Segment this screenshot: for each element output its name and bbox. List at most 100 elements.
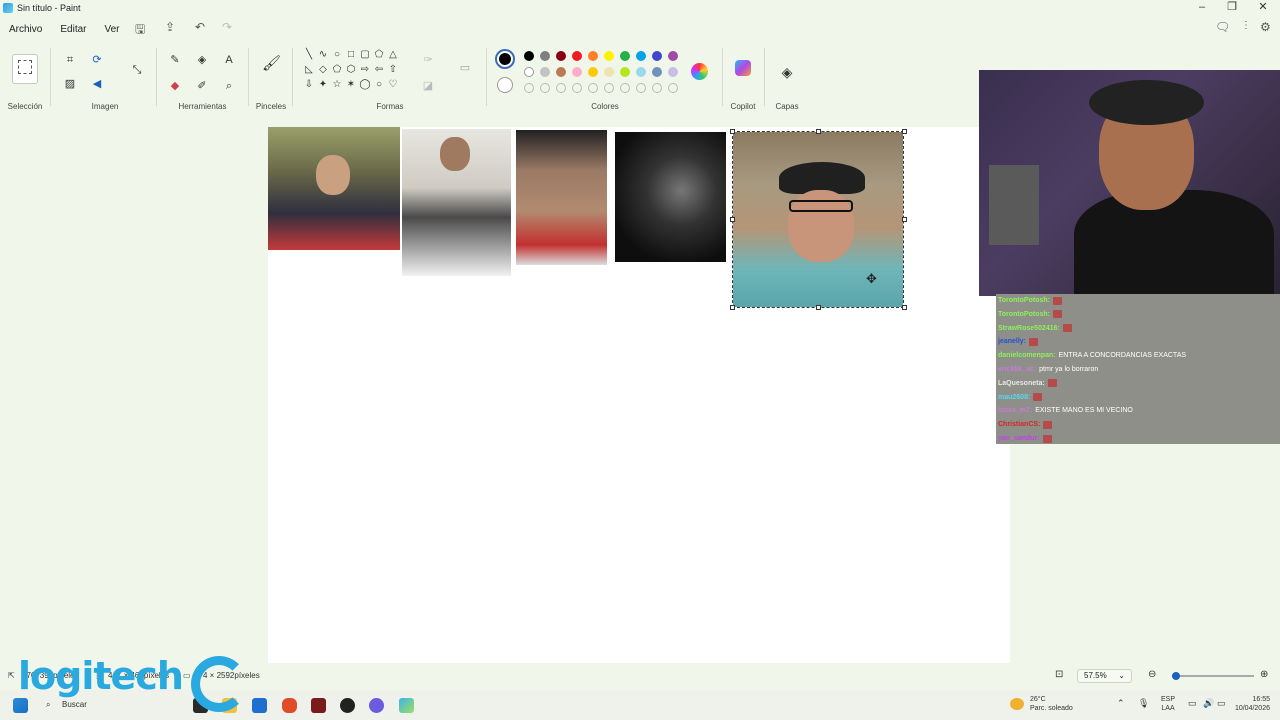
color-swatch[interactable] bbox=[636, 67, 646, 77]
start-icon[interactable] bbox=[13, 698, 28, 713]
more-icon[interactable]: ⋮ bbox=[1241, 20, 1251, 31]
selection-rectangle[interactable] bbox=[732, 131, 904, 308]
color-swatch[interactable] bbox=[668, 67, 678, 77]
resize-handle[interactable] bbox=[730, 305, 735, 310]
color-swatch[interactable] bbox=[556, 67, 566, 77]
shape-fill-icon[interactable]: ▭ bbox=[457, 60, 473, 76]
paint-taskbar-icon[interactable] bbox=[399, 698, 414, 713]
undo-icon[interactable]: ↶ bbox=[195, 20, 205, 34]
secondary-color-indicator[interactable] bbox=[497, 77, 513, 93]
down-arrow-shape-icon[interactable]: ⇩ bbox=[302, 78, 316, 92]
menu-ver[interactable]: Ver bbox=[95, 20, 128, 39]
line-shape-icon[interactable]: ╲ bbox=[302, 48, 316, 62]
custom-color-slot[interactable] bbox=[572, 83, 582, 93]
color-swatch[interactable] bbox=[668, 51, 678, 61]
rounded-rect-shape-icon[interactable]: ▢ bbox=[358, 48, 372, 62]
save-icon[interactable]: 🖫 bbox=[135, 20, 145, 41]
language-indicator[interactable]: ESP LAA bbox=[1161, 695, 1175, 713]
up-arrow-shape-icon[interactable]: ⇧ bbox=[386, 63, 400, 77]
text-icon[interactable]: A bbox=[221, 52, 237, 68]
custom-color-slot[interactable] bbox=[604, 83, 614, 93]
right-arrow-shape-icon[interactable]: ⇨ bbox=[358, 63, 372, 77]
menu-archivo[interactable]: Archivo bbox=[0, 20, 51, 39]
copilot-icon[interactable] bbox=[735, 60, 751, 76]
minimize-button[interactable]: – bbox=[1187, 0, 1217, 14]
resize-icon[interactable]: ⤡ bbox=[129, 62, 145, 78]
volume-icon[interactable]: 🔊 bbox=[1203, 699, 1214, 708]
pentagon-shape-icon[interactable]: ⬠ bbox=[330, 63, 344, 77]
weather-widget[interactable]: 26°C Parc. soleado bbox=[1030, 695, 1073, 713]
oval-shape-icon[interactable]: ○ bbox=[330, 48, 344, 62]
resize-handle[interactable] bbox=[902, 129, 907, 134]
custom-color-slot[interactable] bbox=[524, 83, 534, 93]
outline-icon[interactable]: ✑ bbox=[420, 52, 436, 68]
pasted-photo-2[interactable] bbox=[402, 129, 511, 276]
custom-color-slot[interactable] bbox=[620, 83, 630, 93]
hexagon-shape-icon[interactable]: ⬡ bbox=[344, 63, 358, 77]
obs-icon[interactable] bbox=[340, 698, 355, 713]
zoom-in-icon[interactable]: ⊕ bbox=[1260, 669, 1268, 680]
color-swatch[interactable] bbox=[540, 67, 550, 77]
fit-to-window-icon[interactable]: ⊡ bbox=[1055, 669, 1063, 680]
clock[interactable]: 16:55 10/04/2026 bbox=[1232, 695, 1270, 713]
color-swatch[interactable] bbox=[604, 67, 614, 77]
five-star-shape-icon[interactable]: ☆ bbox=[330, 78, 344, 92]
restore-button[interactable]: ❐ bbox=[1217, 0, 1247, 14]
custom-color-slot[interactable] bbox=[588, 83, 598, 93]
shapes-gallery[interactable]: ╲ ∿ ○ □ ▢ ⬠ △ ◺ ◇ ⬠ ⬡ ⇨ ⇦ ⇧ ⇩ ✦ ☆ ✶ ◯ ○ ♡ bbox=[302, 48, 406, 92]
microphone-icon[interactable]: 🎙 bbox=[1138, 699, 1149, 708]
polygon-shape-icon[interactable]: ⬠ bbox=[372, 48, 386, 62]
redo-icon[interactable]: ↷ bbox=[222, 20, 232, 34]
rect-shape-icon[interactable]: □ bbox=[344, 48, 358, 62]
edit-colors-icon[interactable] bbox=[691, 63, 708, 80]
color-swatch[interactable] bbox=[636, 51, 646, 61]
color-swatch[interactable] bbox=[540, 51, 550, 61]
custom-color-slot[interactable] bbox=[556, 83, 566, 93]
feedback-icon[interactable]: 🗨 bbox=[1215, 20, 1230, 34]
taskbar-search[interactable]: ⌕ Buscar bbox=[40, 697, 175, 713]
pasted-photo-4[interactable] bbox=[615, 132, 726, 262]
color-swatch[interactable] bbox=[556, 51, 566, 61]
zoom-select[interactable]: 57.5% ⌄ bbox=[1077, 669, 1132, 683]
primary-color-indicator[interactable] bbox=[495, 49, 515, 69]
diamond-shape-icon[interactable]: ◇ bbox=[316, 63, 330, 77]
select-tool-button[interactable] bbox=[12, 54, 38, 84]
color-swatch[interactable] bbox=[652, 67, 662, 77]
fill-style-icon[interactable]: ◪ bbox=[420, 78, 436, 94]
pencil-icon[interactable]: ✎ bbox=[167, 52, 183, 68]
color-swatch[interactable] bbox=[524, 51, 534, 61]
network-icon[interactable]: ▭ bbox=[1188, 699, 1197, 708]
crop-icon[interactable]: ⌗ bbox=[62, 52, 78, 68]
resize-handle[interactable] bbox=[816, 305, 821, 310]
color-swatch[interactable] bbox=[588, 51, 598, 61]
six-star-shape-icon[interactable]: ✶ bbox=[344, 78, 358, 92]
resize-handle[interactable] bbox=[816, 129, 821, 134]
rotate-icon[interactable]: ⟳ bbox=[89, 52, 105, 68]
flip-icon[interactable]: ◀ bbox=[89, 76, 105, 92]
brave-icon[interactable] bbox=[282, 698, 297, 713]
resize-handle[interactable] bbox=[902, 217, 907, 222]
zoom-slider-thumb[interactable] bbox=[1172, 672, 1180, 680]
share-icon[interactable]: ⇪ bbox=[165, 20, 175, 34]
fill-icon[interactable]: ◈ bbox=[194, 52, 210, 68]
curve-shape-icon[interactable]: ∿ bbox=[316, 48, 330, 62]
right-triangle-shape-icon[interactable]: ◺ bbox=[302, 63, 316, 77]
resize-handle[interactable] bbox=[902, 305, 907, 310]
layers-icon[interactable]: ◈ bbox=[779, 64, 795, 80]
resize-handle[interactable] bbox=[730, 217, 735, 222]
color-swatch[interactable] bbox=[588, 67, 598, 77]
magnifier-icon[interactable]: ⌕ bbox=[221, 78, 237, 94]
settings-icon[interactable]: ⚙ bbox=[1260, 20, 1271, 34]
color-swatch[interactable] bbox=[620, 67, 630, 77]
zoom-slider[interactable] bbox=[1172, 672, 1254, 680]
four-star-shape-icon[interactable]: ✦ bbox=[316, 78, 330, 92]
battery-icon[interactable]: ▭ bbox=[1217, 699, 1226, 708]
app-icon[interactable] bbox=[311, 698, 326, 713]
color-picker-icon[interactable]: ✐ bbox=[194, 78, 210, 94]
left-arrow-shape-icon[interactable]: ⇦ bbox=[372, 63, 386, 77]
callout-shape-icon[interactable]: ○ bbox=[372, 78, 386, 92]
custom-color-slot[interactable] bbox=[652, 83, 662, 93]
pasted-photo-1[interactable] bbox=[268, 127, 400, 250]
color-swatch[interactable] bbox=[524, 67, 534, 77]
heart-shape-icon[interactable]: ♡ bbox=[386, 78, 400, 92]
